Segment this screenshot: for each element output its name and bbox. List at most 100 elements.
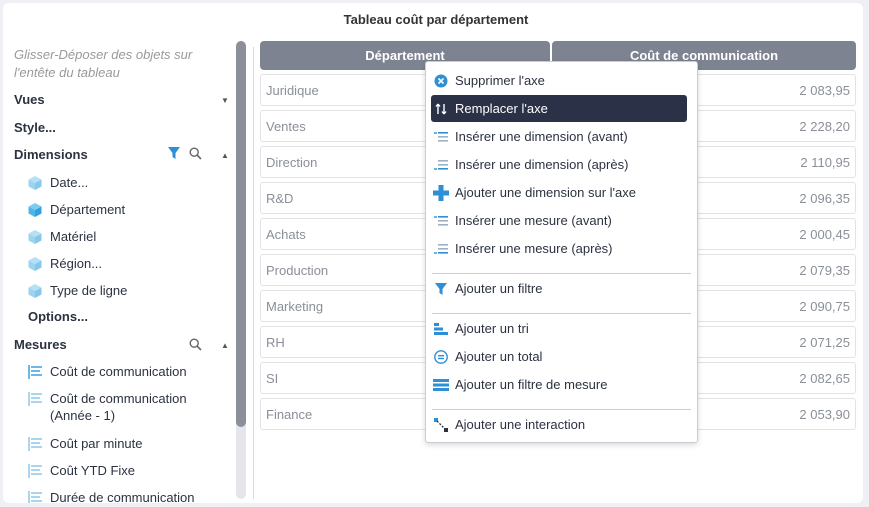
menu-item-ajouter-filtre-mesure[interactable]: Ajouter un filtre de mesure xyxy=(431,371,687,398)
context-menu: Supprimer l'axe Remplacer l'axe Insérer … xyxy=(425,61,698,443)
measure-item[interactable]: Coût de communication xyxy=(27,363,187,380)
menu-item-ajouter-total[interactable]: Ajouter un total xyxy=(431,343,687,370)
dimensions-options[interactable]: Options... xyxy=(28,309,88,324)
drag-hint: Glisser-Déposer des objets sur l'entête … xyxy=(14,47,193,80)
search-icon[interactable] xyxy=(189,338,202,351)
insert-after-icon xyxy=(434,243,448,254)
menu-item-label: Insérer une dimension (avant) xyxy=(455,129,628,144)
dimension-item-departement[interactable]: Département xyxy=(27,201,125,218)
cell-departement: Production xyxy=(266,263,329,278)
filter-icon[interactable] xyxy=(167,146,181,160)
chevron-up-icon[interactable]: ▲ xyxy=(221,341,229,350)
dimension-item-date[interactable]: Date... xyxy=(27,174,88,191)
cell-departement: RH xyxy=(266,335,285,350)
dimension-item-label: Matériel xyxy=(50,229,97,244)
menu-item-inserer-dimension-apres[interactable]: Insérer une dimension (après) xyxy=(431,151,687,178)
menu-item-label: Ajouter une interaction xyxy=(455,417,586,432)
measure-icon xyxy=(28,392,42,406)
chevron-up-icon[interactable]: ▲ xyxy=(221,151,229,160)
dimension-item-materiel[interactable]: Matériel xyxy=(27,228,96,245)
menu-item-inserer-mesure-apres[interactable]: Insérer une mesure (après) xyxy=(431,235,687,262)
measure-filter-icon xyxy=(433,378,449,391)
interaction-icon xyxy=(434,417,448,432)
menu-item-label: Ajouter un filtre xyxy=(455,281,543,296)
cell-cout: 2 000,45 xyxy=(799,227,850,242)
sort-icon xyxy=(434,322,448,335)
measure-item-label: Durée de communication xyxy=(50,490,195,503)
cell-cout: 2 083,95 xyxy=(799,83,850,98)
cell-cout: 2 090,75 xyxy=(799,299,850,314)
menu-item-ajouter-dimension-axe[interactable]: Ajouter une dimension sur l'axe xyxy=(431,179,687,206)
remove-circle-icon xyxy=(434,74,448,87)
measure-icon xyxy=(28,491,42,503)
cell-departement: Achats xyxy=(266,227,306,242)
chevron-down-icon[interactable]: ▼ xyxy=(221,96,229,105)
measure-item-label: Coût de communication xyxy=(50,364,187,379)
measure-item-label: Coût par minute xyxy=(50,436,143,451)
dimension-item-region[interactable]: Région... xyxy=(27,255,102,272)
measure-item-label: Coût de communication (Année - 1) xyxy=(50,391,187,423)
sidebar-scrollbar[interactable] xyxy=(236,41,246,499)
cell-cout: 2 071,25 xyxy=(799,335,850,350)
menu-separator xyxy=(432,313,691,314)
divider xyxy=(253,47,254,499)
scrollbar-thumb[interactable] xyxy=(236,41,246,427)
sidebar: Glisser-Déposer des objets sur l'entête … xyxy=(3,43,238,503)
measure-item[interactable]: Coût YTD Fixe xyxy=(27,462,135,479)
insert-before-icon xyxy=(434,131,448,142)
cell-cout: 2 053,90 xyxy=(799,407,850,422)
dimension-item-label: Type de ligne xyxy=(50,283,128,298)
dimension-item-type-de-ligne[interactable]: Type de ligne xyxy=(27,282,127,299)
measure-item-label: Coût YTD Fixe xyxy=(50,463,136,478)
cell-cout: 2 096,35 xyxy=(799,191,850,206)
measure-icon xyxy=(28,437,42,451)
menu-item-label: Insérer une dimension (après) xyxy=(455,157,629,172)
measure-icon xyxy=(28,365,42,379)
section-style[interactable]: Style... xyxy=(14,120,56,135)
cell-cout: 2 228,20 xyxy=(799,119,850,134)
cube-icon xyxy=(28,176,42,190)
filter-icon xyxy=(435,282,447,295)
cube-icon xyxy=(28,284,42,298)
menu-item-label: Remplacer l'axe xyxy=(455,101,548,116)
measure-item[interactable]: Durée de communication xyxy=(27,489,195,503)
cell-cout: 2 079,35 xyxy=(799,263,850,278)
page-title: Tableau coût par département xyxy=(343,12,529,27)
measure-item[interactable]: Coût de communication (Année - 1) xyxy=(27,390,217,424)
cell-departement: Finance xyxy=(266,407,313,422)
section-dimensions[interactable]: Dimensions xyxy=(14,147,88,162)
menu-separator xyxy=(432,409,691,410)
menu-item-ajouter-filtre[interactable]: Ajouter un filtre xyxy=(431,275,687,302)
measure-icon xyxy=(28,464,42,478)
cell-departement: Marketing xyxy=(266,299,324,314)
cell-cout: 2 110,95 xyxy=(800,155,850,170)
cell-departement: Ventes xyxy=(266,119,306,134)
measure-item[interactable]: Coût par minute xyxy=(27,435,143,452)
menu-item-ajouter-tri[interactable]: Ajouter un tri xyxy=(431,315,687,342)
menu-item-supprimer-axe[interactable]: Supprimer l'axe xyxy=(431,67,687,94)
cell-departement: SI xyxy=(266,371,279,386)
insert-after-icon xyxy=(434,159,448,170)
menu-item-label: Ajouter une dimension sur l'axe xyxy=(455,185,636,200)
menu-item-label: Insérer une mesure (après) xyxy=(455,241,613,256)
plus-icon xyxy=(433,184,449,201)
section-vues[interactable]: Vues xyxy=(14,92,45,107)
cell-departement: R&D xyxy=(266,191,294,206)
dimension-item-label: Région... xyxy=(50,256,103,271)
menu-item-label: Ajouter un filtre de mesure xyxy=(455,377,608,392)
dimension-item-label: Date... xyxy=(50,175,89,190)
cell-cout: 2 082,65 xyxy=(799,371,850,386)
menu-item-label: Ajouter un tri xyxy=(455,321,529,336)
menu-item-label: Insérer une mesure (avant) xyxy=(455,213,612,228)
cube-icon xyxy=(28,203,42,217)
search-icon[interactable] xyxy=(189,147,202,160)
section-mesures[interactable]: Mesures xyxy=(14,337,67,352)
cell-departement: Direction xyxy=(266,155,318,170)
menu-item-remplacer-axe[interactable]: Remplacer l'axe xyxy=(431,95,687,122)
menu-item-ajouter-interaction[interactable]: Ajouter une interaction xyxy=(431,411,687,438)
total-icon xyxy=(434,349,448,364)
menu-item-label: Supprimer l'axe xyxy=(455,73,545,88)
menu-item-inserer-dimension-avant[interactable]: Insérer une dimension (avant) xyxy=(431,123,687,150)
menu-item-inserer-mesure-avant[interactable]: Insérer une mesure (avant) xyxy=(431,207,687,234)
swap-icon xyxy=(435,103,447,114)
